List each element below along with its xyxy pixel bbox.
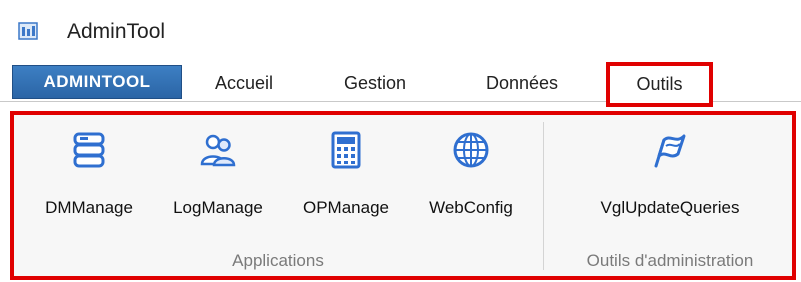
tab-donnees[interactable]: Données xyxy=(468,65,576,101)
opmanage-label: OPManage xyxy=(303,198,389,217)
window-title: AdminTool xyxy=(67,20,166,43)
title-bar: AdminTool xyxy=(0,0,801,58)
opmanage-button[interactable]: OPManage xyxy=(283,120,409,230)
dmmanage-label: DMManage xyxy=(45,198,133,217)
webconfig-label: WebConfig xyxy=(429,198,513,217)
dmmanage-button[interactable]: DMManage xyxy=(24,120,154,230)
logmanage-button[interactable]: LogManage xyxy=(155,120,281,230)
flag-icon xyxy=(654,134,686,168)
globe-icon xyxy=(453,132,489,168)
calculator-icon xyxy=(331,131,361,169)
group-label-outils-administration: Outils d'administration xyxy=(586,251,754,270)
tab-gestion[interactable]: Gestion xyxy=(326,65,424,101)
vglupdatequeries-button[interactable]: VglUpdateQueries xyxy=(552,120,788,230)
tab-admintool[interactable]: ADMINTOOL xyxy=(12,65,182,99)
webconfig-button[interactable]: WebConfig xyxy=(410,120,532,230)
admintool-app-icon xyxy=(18,22,38,40)
group-separator xyxy=(543,122,544,270)
users-icon xyxy=(200,134,236,167)
tab-outils[interactable]: Outils xyxy=(606,62,713,107)
group-label-applications: Applications xyxy=(232,251,324,270)
logmanage-label: LogManage xyxy=(173,198,263,217)
vglupdatequeries-label: VglUpdateQueries xyxy=(600,198,740,217)
database-stack-icon xyxy=(73,132,105,168)
tab-accueil[interactable]: Accueil xyxy=(198,65,290,101)
